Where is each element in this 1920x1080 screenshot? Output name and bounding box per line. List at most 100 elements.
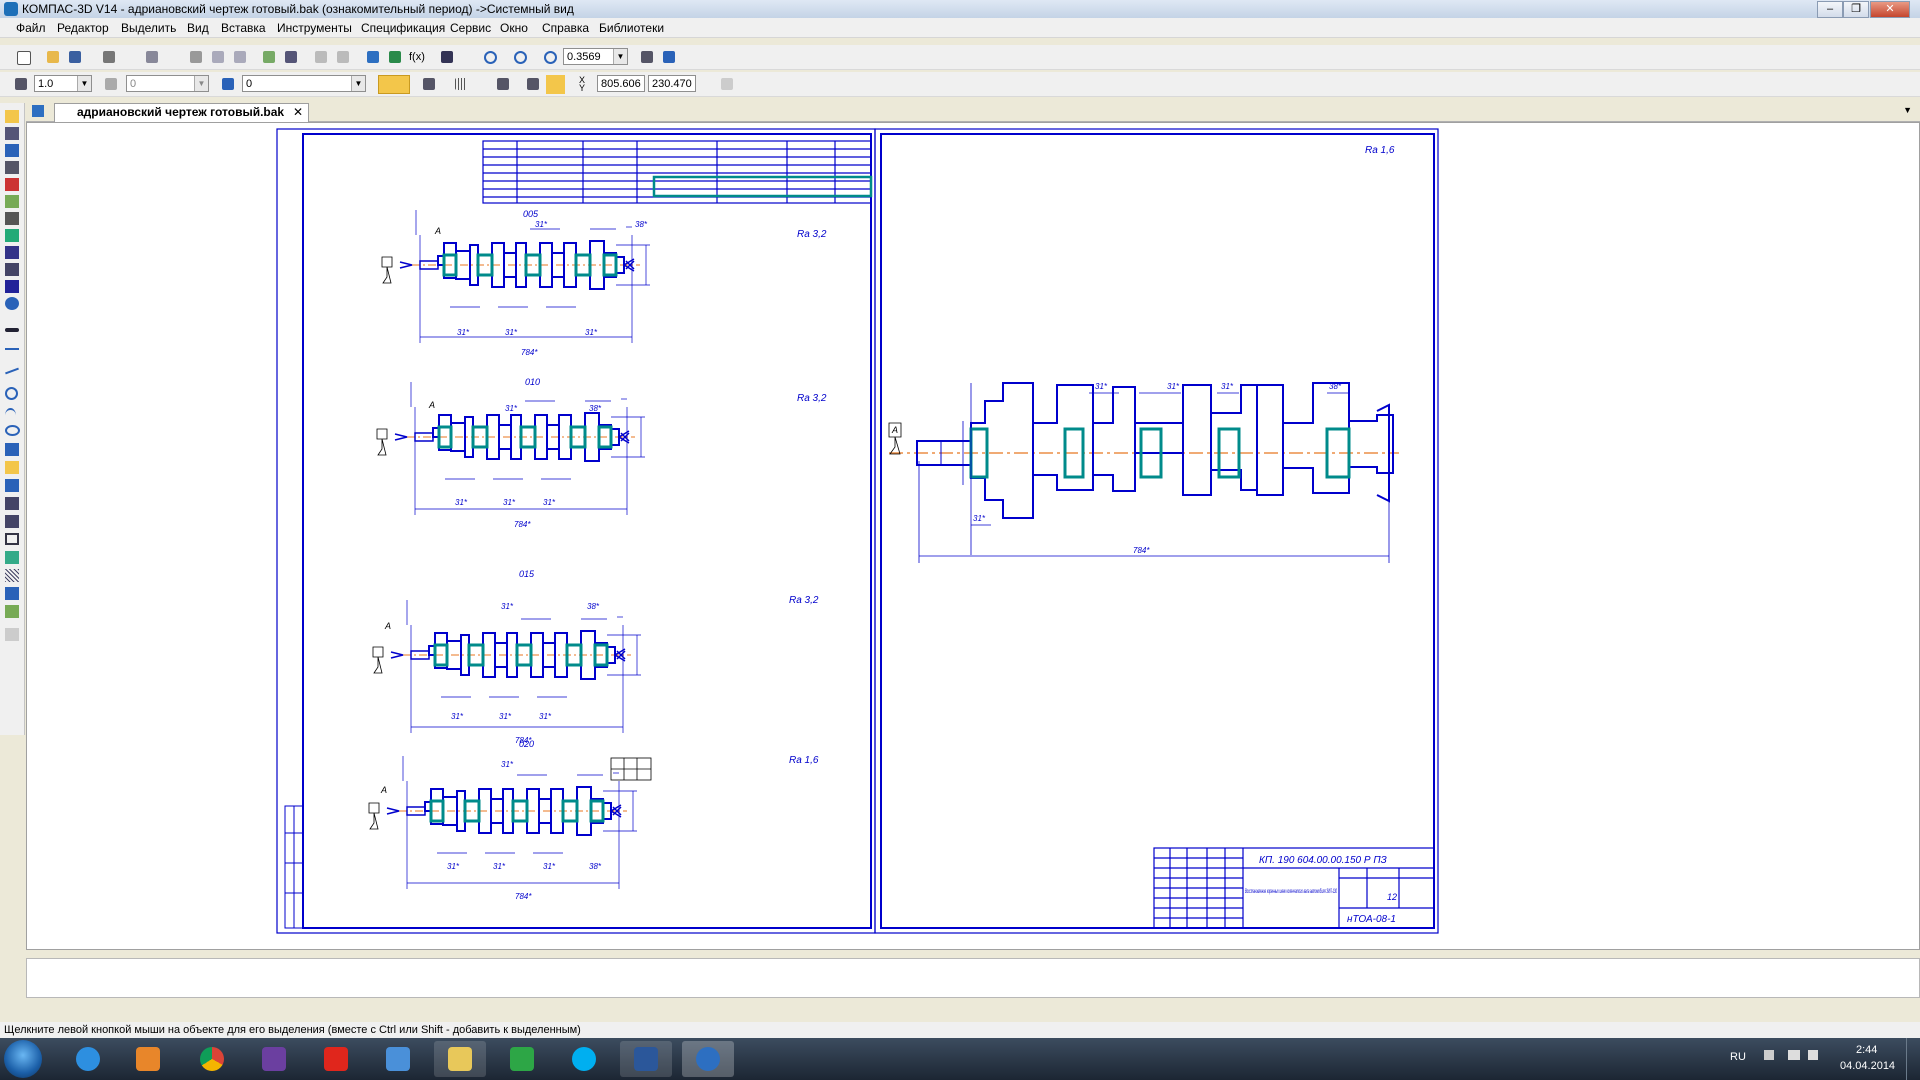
clock-time[interactable]: 2:44	[1856, 1044, 1877, 1056]
local-cs-icon[interactable]	[494, 75, 513, 94]
menu-edit[interactable]: Редактор	[57, 21, 109, 35]
start-button[interactable]	[4, 1040, 42, 1078]
editing-tool-icon[interactable]	[5, 161, 19, 174]
menu-view[interactable]: Вид	[187, 21, 209, 35]
clock-date[interactable]: 04.04.2014	[1840, 1060, 1895, 1072]
chevron-down-icon[interactable]: ▼	[77, 76, 91, 91]
ie-icon[interactable]	[62, 1041, 114, 1077]
insert-tool-icon[interactable]	[5, 263, 19, 276]
orthogonal-icon[interactable]	[420, 75, 439, 94]
paste-icon[interactable]	[231, 48, 250, 67]
network-icon[interactable]	[1788, 1050, 1800, 1060]
menu-window[interactable]: Окно	[500, 21, 528, 35]
pan-icon[interactable]	[638, 48, 657, 67]
library-icon[interactable]	[386, 48, 405, 67]
print-icon[interactable]	[100, 48, 119, 67]
designations-tool-icon[interactable]	[5, 144, 19, 157]
drawing-canvas[interactable]: 005 А Rа 3,2 31* 31* 31* 31* 38* 784* 01…	[26, 122, 1920, 950]
menu-libraries[interactable]: Библиотеки	[599, 21, 664, 35]
zoom-all-icon[interactable]	[511, 48, 530, 67]
chevron-down-icon[interactable]: ▼	[613, 49, 627, 64]
scale-icon[interactable]	[12, 75, 31, 94]
snap-toggle-icon[interactable]	[378, 75, 410, 94]
zoom-scale-icon[interactable]	[541, 48, 560, 67]
layer-icon[interactable]	[219, 75, 238, 94]
auxiliary-line-icon[interactable]	[5, 348, 19, 350]
maximize-button[interactable]: ❐	[1843, 1, 1869, 18]
help-icon[interactable]	[438, 48, 457, 67]
spec-icon[interactable]	[282, 48, 301, 67]
visual-studio-icon[interactable]	[248, 1041, 300, 1077]
kompas-icon[interactable]	[682, 1041, 734, 1077]
chamfer-icon[interactable]	[5, 497, 19, 510]
redo-icon[interactable]	[334, 48, 353, 67]
spline-icon[interactable]	[5, 443, 19, 456]
point-icon[interactable]	[5, 328, 19, 332]
new-file-icon[interactable]	[14, 48, 33, 67]
style-icon[interactable]	[102, 75, 121, 94]
drawing-svg[interactable]: 005 А Rа 3,2 31* 31* 31* 31* 38* 784* 01…	[27, 123, 1919, 949]
point-snap-icon[interactable]	[546, 75, 565, 94]
ortho-mode-icon[interactable]	[524, 75, 543, 94]
cut-icon[interactable]	[187, 48, 206, 67]
media-player-icon[interactable]	[122, 1041, 174, 1077]
language-indicator[interactable]: RU	[1730, 1051, 1746, 1063]
menu-select[interactable]: Выделить	[121, 21, 176, 35]
rectangle-icon[interactable]	[5, 533, 19, 545]
macros-tool-icon[interactable]	[5, 297, 19, 310]
select-tool-icon[interactable]	[5, 212, 19, 225]
reports-tool-icon[interactable]	[5, 246, 19, 259]
tray-flag-icon[interactable]	[1764, 1050, 1774, 1060]
polygon-icon[interactable]	[5, 551, 19, 564]
measure-tool-icon[interactable]	[5, 195, 19, 208]
menu-insert[interactable]: Вставка	[221, 21, 266, 35]
coord-x-field[interactable]: 805.606	[597, 75, 645, 92]
fillet-icon[interactable]	[5, 515, 19, 528]
bezier-icon[interactable]	[5, 479, 19, 492]
chevron-down-icon[interactable]: ▼	[351, 76, 365, 91]
sound-app-icon[interactable]	[372, 1041, 424, 1077]
line-scale-combo[interactable]: 1.0 ▼	[34, 75, 92, 92]
tab-list-chevron-icon[interactable]: ▼	[1903, 105, 1912, 115]
variables-icon[interactable]: f(x)	[408, 48, 427, 67]
refresh-icon[interactable]	[660, 48, 679, 67]
close-button[interactable]: ✕	[1870, 1, 1910, 18]
grid-icon[interactable]	[452, 75, 471, 94]
arc-icon[interactable]	[5, 408, 16, 423]
circle-icon[interactable]	[5, 387, 18, 400]
spec-tool-icon[interactable]	[5, 229, 19, 242]
dimensions-tool-icon[interactable]	[5, 127, 19, 140]
zoom-window-icon[interactable]	[481, 48, 500, 67]
menu-service[interactable]: Сервис	[450, 21, 491, 35]
tab-document[interactable]: адриановский чертеж готовый.bak ✕	[54, 103, 310, 122]
equidistant-icon[interactable]	[5, 605, 19, 618]
geometry-tool-icon[interactable]	[5, 110, 19, 123]
chevron-down-icon[interactable]: ▼	[194, 76, 208, 91]
zoom-combo[interactable]: 0.3569 ▼	[563, 48, 628, 65]
menu-help[interactable]: Справка	[542, 21, 589, 35]
coord-y-field[interactable]: 230.470	[648, 75, 696, 92]
apply-icon[interactable]	[718, 75, 737, 94]
contour-icon[interactable]	[5, 587, 19, 600]
word-icon[interactable]	[620, 1041, 672, 1077]
menu-file[interactable]: Файл	[16, 21, 46, 35]
show-desktop-button[interactable]	[1906, 1038, 1920, 1080]
fragments-tool-icon[interactable]	[5, 280, 19, 293]
minimize-button[interactable]: –	[1817, 1, 1843, 18]
menu-spec[interactable]: Спецификация	[361, 21, 445, 35]
properties-icon[interactable]	[260, 48, 279, 67]
explorer-icon[interactable]	[434, 1041, 486, 1077]
properties-bar[interactable]	[26, 958, 1920, 998]
parametrization-tool-icon[interactable]	[5, 178, 19, 191]
collapse-panel-icon[interactable]	[5, 628, 19, 641]
yandex-icon[interactable]	[310, 1041, 362, 1077]
volume-icon[interactable]	[1808, 1050, 1818, 1060]
layer-combo[interactable]: 0 ▼	[242, 75, 366, 92]
hatch-icon[interactable]	[5, 569, 19, 582]
skype-icon[interactable]	[558, 1041, 610, 1077]
save-icon[interactable]	[66, 48, 85, 67]
segment-icon[interactable]	[5, 367, 19, 375]
tab-close-icon[interactable]: ✕	[293, 104, 303, 121]
manager-icon[interactable]	[364, 48, 383, 67]
undo-icon[interactable]	[312, 48, 331, 67]
